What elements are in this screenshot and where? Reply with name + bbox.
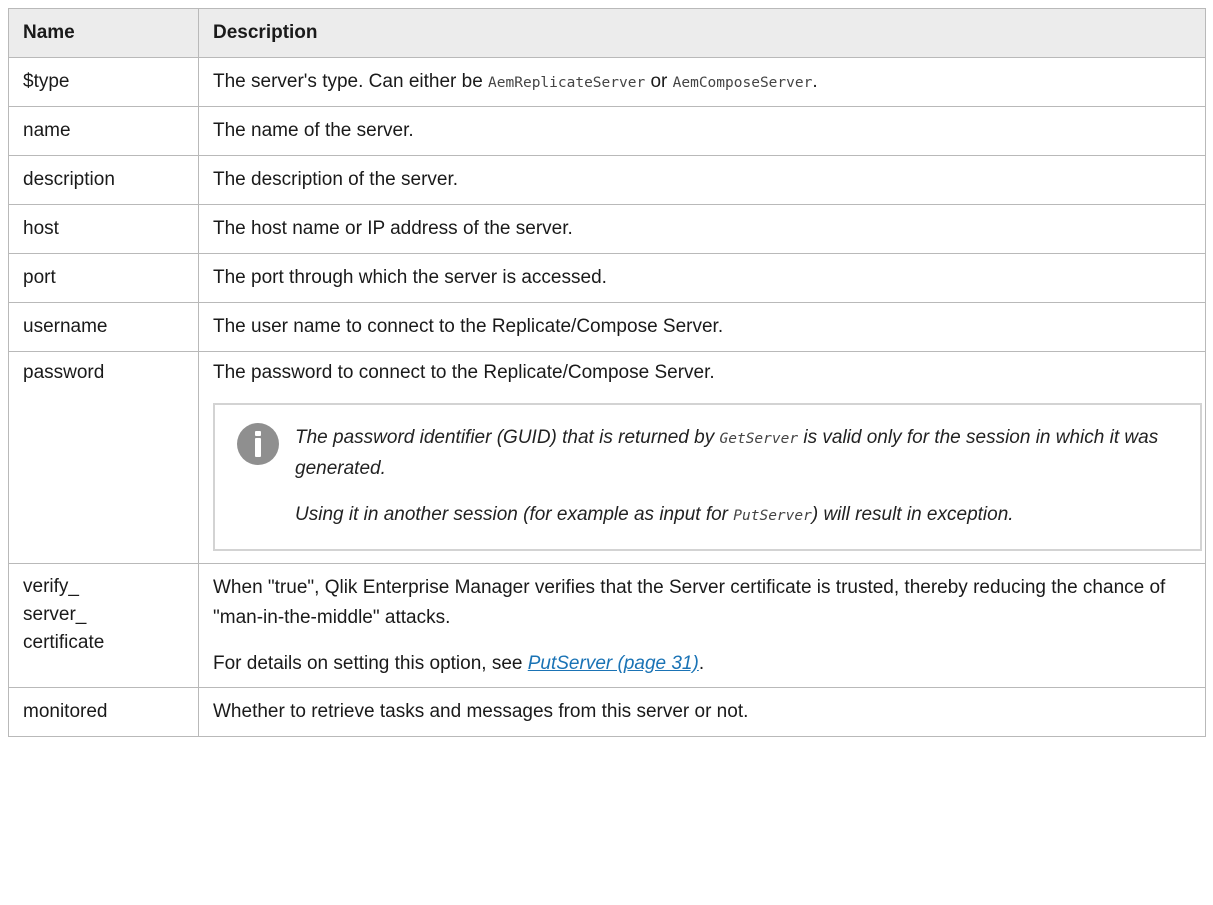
table-row: name The name of the server. bbox=[8, 106, 1206, 156]
table-row: port The port through which the server i… bbox=[8, 253, 1206, 303]
param-description: The password to connect to the Replicate… bbox=[198, 351, 1206, 564]
description-text: For details on setting this option, see … bbox=[213, 653, 705, 674]
header-name: Name bbox=[8, 8, 199, 58]
description-text: The password to connect to the Replicate… bbox=[213, 362, 715, 383]
table-row: verify_ server_ certificate When "true", Q… bbox=[8, 563, 1206, 688]
table-row: description The description of the serve… bbox=[8, 155, 1206, 205]
table-header-row: Name Description bbox=[8, 8, 1206, 58]
param-description: The host name or IP address of the serve… bbox=[198, 204, 1206, 254]
param-description: Whether to retrieve tasks and messages f… bbox=[198, 687, 1206, 737]
param-description: When "true", Qlik Enterprise Manager ver… bbox=[198, 563, 1206, 688]
table-row: password The password to connect to the … bbox=[8, 351, 1206, 564]
putserver-link[interactable]: PutServer (page 31) bbox=[528, 653, 699, 674]
note-box: The password identifier (GUID) that is r… bbox=[213, 403, 1202, 551]
table-row: monitored Whether to retrieve tasks and … bbox=[8, 687, 1206, 737]
table-row: $type The server's type. Can either be A… bbox=[8, 57, 1206, 107]
param-description: The user name to connect to the Replicat… bbox=[198, 302, 1206, 352]
note-paragraph: The password identifier (GUID) that is r… bbox=[295, 427, 1159, 479]
param-name: host bbox=[8, 204, 199, 254]
note-text: The password identifier (GUID) that is r… bbox=[295, 423, 1182, 531]
table-row: host The host name or IP address of the … bbox=[8, 204, 1206, 254]
inline-code: PutServer bbox=[733, 508, 812, 524]
inline-code: AemReplicateServer bbox=[488, 74, 646, 91]
parameters-table: Name Description $type The server's type… bbox=[8, 8, 1206, 737]
param-name: verify_ server_ certificate bbox=[8, 563, 199, 688]
param-name: description bbox=[8, 155, 199, 205]
param-name: $type bbox=[8, 57, 199, 107]
param-name: password bbox=[8, 351, 199, 564]
inline-code: GetServer bbox=[719, 431, 799, 447]
param-name: monitored bbox=[8, 687, 199, 737]
param-description: The description of the server. bbox=[198, 155, 1206, 205]
note-paragraph: Using it in another session (for example… bbox=[295, 504, 1014, 525]
description-text: When "true", Qlik Enterprise Manager ver… bbox=[213, 577, 1166, 628]
param-description: The server's type. Can either be AemRepl… bbox=[198, 57, 1206, 107]
table-row: username The user name to connect to the… bbox=[8, 302, 1206, 352]
param-description: The port through which the server is acc… bbox=[198, 253, 1206, 303]
param-name: port bbox=[8, 253, 199, 303]
info-icon bbox=[237, 423, 279, 465]
param-name: name bbox=[8, 106, 199, 156]
param-description: The name of the server. bbox=[198, 106, 1206, 156]
inline-code: AemComposeServer bbox=[672, 74, 813, 91]
param-name: username bbox=[8, 302, 199, 352]
header-description: Description bbox=[198, 8, 1206, 58]
